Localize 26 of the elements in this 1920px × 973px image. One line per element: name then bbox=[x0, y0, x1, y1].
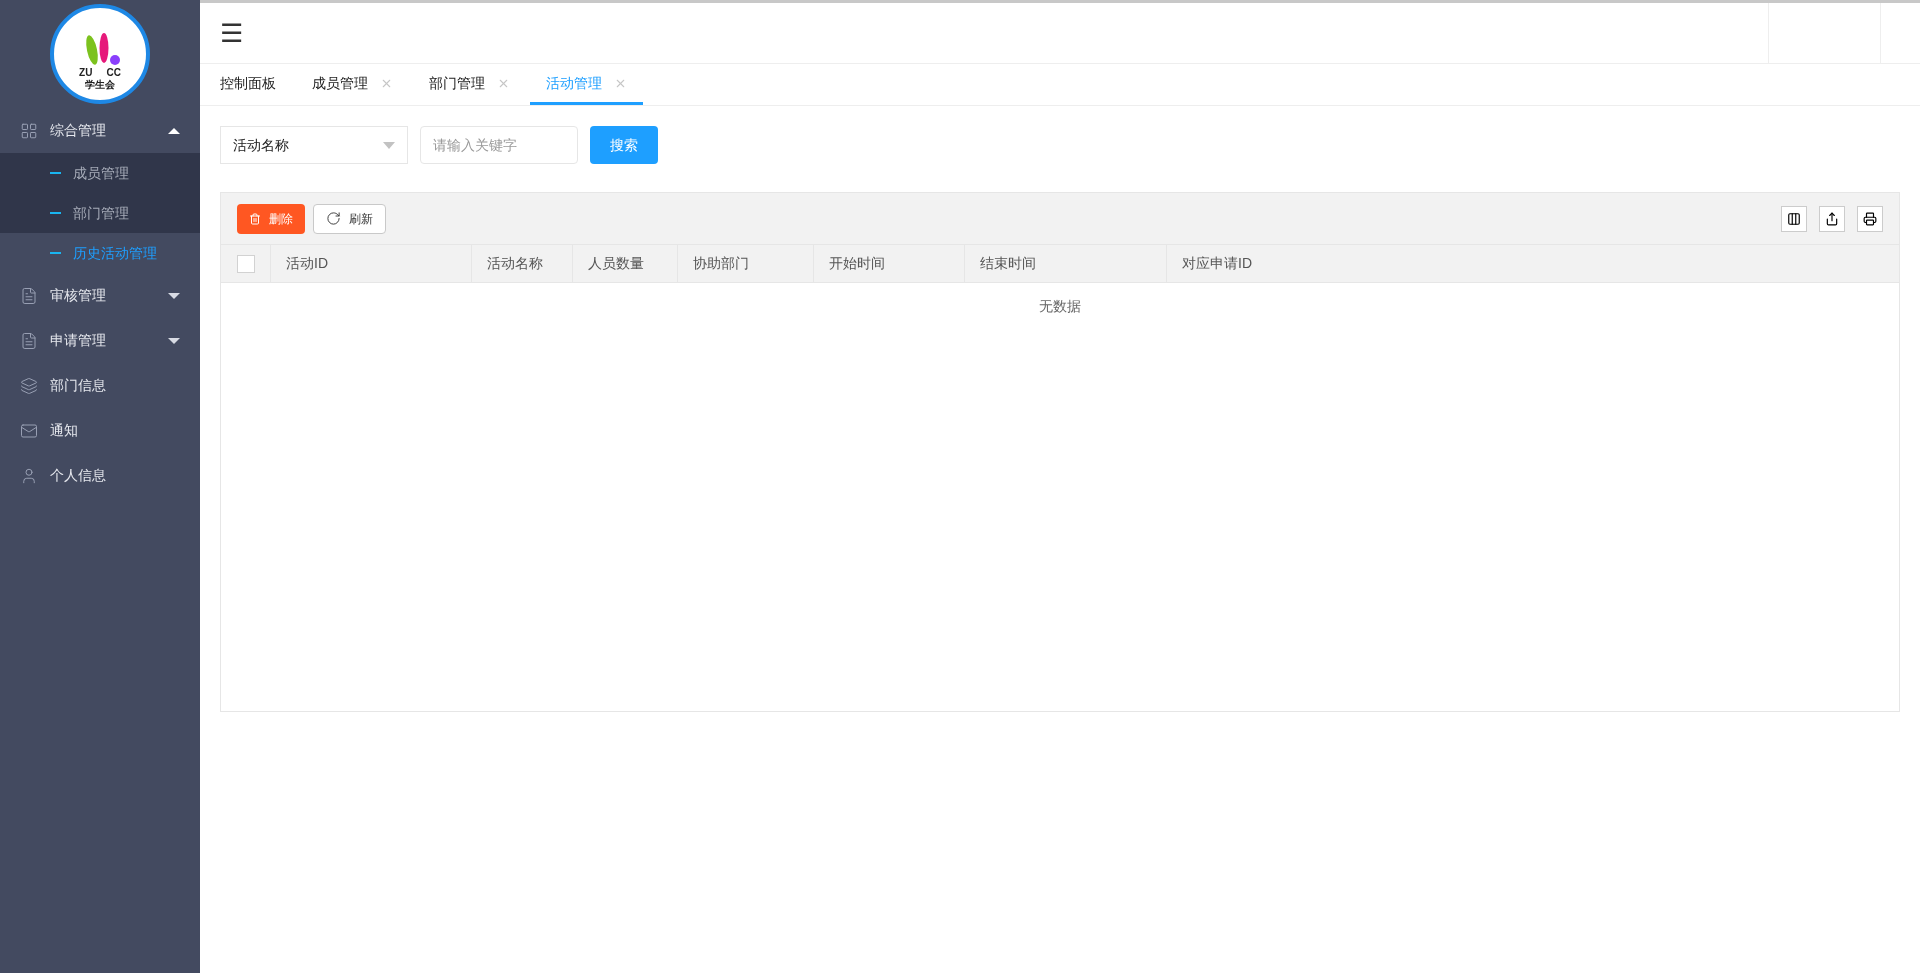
menu-button[interactable]: ☰ bbox=[200, 3, 263, 63]
refresh-button[interactable]: 刷新 bbox=[313, 203, 386, 234]
submenu-item[interactable]: 成员管理 bbox=[0, 153, 200, 193]
logo-text: 学生会 bbox=[85, 80, 115, 90]
sidebar-item[interactable]: 申请管理 bbox=[0, 318, 200, 363]
logo-text: ZU bbox=[79, 68, 93, 78]
column-header: 结束时间 bbox=[980, 254, 1036, 273]
sidebar-item[interactable]: 综合管理 bbox=[0, 108, 200, 153]
submenu-item[interactable]: 部门管理 bbox=[0, 193, 200, 233]
empty-message: 无数据 bbox=[1039, 296, 1081, 316]
logo-text: CC bbox=[106, 68, 121, 78]
tab[interactable]: 成员管理 bbox=[296, 64, 409, 105]
column-header: 活动ID bbox=[286, 254, 328, 273]
search-field[interactable]: 请输入关键字 bbox=[420, 126, 578, 164]
column-header: 人员数量 bbox=[588, 254, 644, 273]
tab[interactable]: 控制面板 bbox=[220, 64, 292, 105]
sidebar-item[interactable]: 部门信息 bbox=[0, 363, 200, 408]
sidebar-item[interactable]: 通知 bbox=[0, 408, 200, 453]
select-field[interactable]: 活动名称 bbox=[220, 126, 408, 164]
column-header: 对应申请ID bbox=[1182, 254, 1252, 273]
sidebar-item[interactable]: 审核管理 bbox=[0, 273, 200, 318]
column-header: 活动名称 bbox=[487, 254, 543, 273]
tab[interactable]: 部门管理 bbox=[413, 64, 526, 105]
column-header: 协助部门 bbox=[693, 254, 749, 273]
sidebar-item[interactable]: 个人信息 bbox=[0, 453, 200, 498]
column-header: 开始时间 bbox=[829, 254, 885, 273]
